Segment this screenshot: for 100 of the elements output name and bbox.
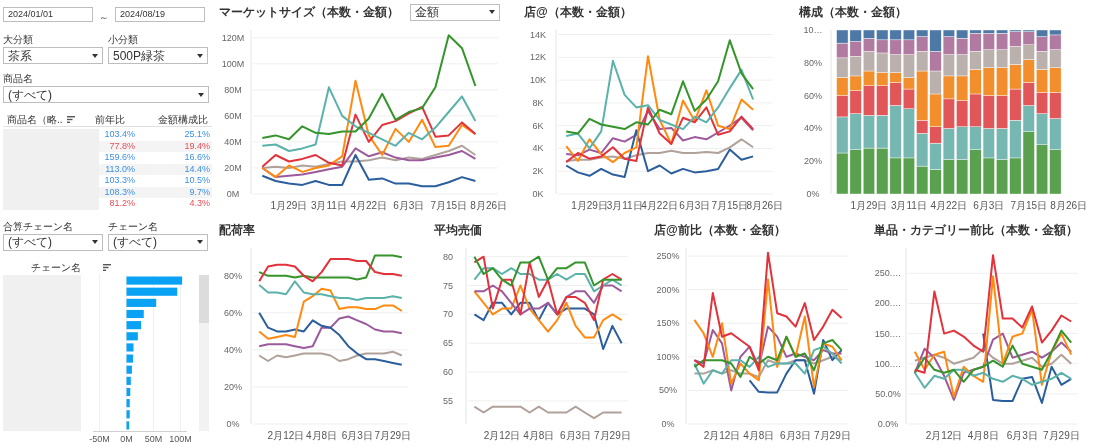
- axis-label: 50.0%: [875, 388, 901, 399]
- table-cell-text: 103.3%: [103, 176, 135, 186]
- chart-title: 店@（本数・金額）: [524, 4, 632, 21]
- date-field[interactable]: 2024/01/01: [3, 7, 93, 22]
- axis-label: 7月15日: [430, 200, 468, 211]
- dropdown[interactable]: 茶系: [3, 47, 103, 64]
- axis-label: 6月3日: [679, 200, 711, 211]
- dropdown[interactable]: 500P緑茶: [108, 47, 208, 64]
- axis-label: 20%: [804, 156, 822, 167]
- axis-label: -50M: [89, 433, 110, 444]
- axis-label: 3月11日: [310, 200, 347, 211]
- axis-label: 2月12日: [703, 430, 741, 441]
- chart-title: 平均売価: [434, 222, 482, 239]
- chart-title: マーケットサイズ（本数・金額）: [219, 4, 399, 21]
- axis-label: 70: [443, 309, 453, 320]
- axis-label: 4月8日: [743, 430, 775, 441]
- axis-label: 2月12日: [267, 430, 305, 441]
- axis-label: 60%: [804, 90, 822, 101]
- axis-label: 200%: [656, 284, 680, 295]
- filter-label: 小分類: [108, 35, 139, 45]
- table-cell-text: 113.0%: [104, 164, 135, 174]
- axis-label: 6月3日: [341, 430, 373, 441]
- axis-label: 7月29日: [594, 430, 631, 441]
- axis-label: 40M: [224, 136, 242, 147]
- axis-label: 6月3日: [560, 430, 592, 441]
- axis-label: 14K: [530, 29, 546, 40]
- filter-label: 合算チェーン名: [3, 221, 74, 232]
- axis-label: 0%: [806, 189, 820, 199]
- axis-label: 4月8日: [306, 430, 338, 441]
- axis-label: 4月8日: [523, 430, 555, 441]
- axis-label: 100.…: [874, 358, 902, 369]
- dropdown[interactable]: (すべて): [3, 233, 103, 251]
- table-cell-text: 81.2%: [108, 199, 135, 209]
- table-cell-text: 25.1%: [183, 130, 211, 140]
- axis-label: 150%: [656, 318, 680, 329]
- table-cell-text: 19.4%: [183, 141, 211, 151]
- axis-label: 0K: [532, 189, 544, 199]
- axis-label: 1月29日: [571, 200, 608, 211]
- date-field[interactable]: 2024/08/19: [115, 7, 205, 22]
- column-header: チェーン名: [31, 261, 81, 275]
- axis-label: 2月12日: [483, 430, 521, 441]
- column-header: 金額構成比: [157, 113, 208, 127]
- axis-label: 20M: [224, 162, 242, 173]
- axis-label: 0%: [226, 419, 240, 429]
- axis-label: 6月3日: [1006, 430, 1038, 441]
- axis-label: 60: [443, 367, 453, 378]
- axis-label: 3月11日: [606, 200, 643, 211]
- axis-label: 3月11日: [890, 200, 927, 211]
- table-cell-text: 108.3%: [103, 187, 135, 197]
- axis-label: 100M: [169, 433, 192, 444]
- filter-label: 商品名: [3, 74, 34, 84]
- axis-label: 40%: [224, 344, 242, 355]
- column-header: 商品名（略..: [7, 113, 63, 127]
- axis-label: 100%: [656, 351, 680, 362]
- dropdown[interactable]: (すべて): [3, 86, 209, 103]
- table-cell-text: 10.5%: [183, 176, 211, 186]
- axis-label: 50%: [659, 385, 677, 396]
- axis-label: 4月22日: [350, 200, 388, 211]
- axis-label: 6月3日: [973, 200, 1005, 211]
- axis-label: 4月22日: [930, 200, 968, 211]
- axis-label: 4K: [532, 143, 544, 154]
- axis-label: 6月3日: [780, 430, 812, 441]
- axis-label: 60%: [224, 307, 242, 318]
- axis-label: 65: [443, 338, 453, 349]
- chart-title: 構成（本数・金額）: [799, 4, 907, 21]
- axis-label: 12K: [530, 52, 546, 63]
- axis-label: 55: [443, 395, 453, 406]
- axis-label: 80%: [804, 57, 822, 68]
- axis-label: 80: [443, 251, 453, 262]
- axis-label: 0%: [661, 419, 675, 429]
- axis-label: 50M: [144, 433, 163, 444]
- axis-label: 80%: [224, 270, 242, 281]
- axis-label: 8月26日: [746, 200, 784, 211]
- axis-label: 75: [443, 280, 453, 291]
- axis-label: 10K: [530, 75, 546, 86]
- axis-label: 8月26日: [470, 200, 507, 211]
- table-cell-text: 77.8%: [108, 141, 135, 151]
- axis-label: 150.…: [874, 328, 902, 339]
- axis-label: 2月12日: [925, 430, 963, 441]
- axis-label: 4月22日: [641, 200, 678, 211]
- table-cell-text: 9.7%: [188, 187, 211, 197]
- axis-label: 7月29日: [374, 430, 412, 441]
- axis-label: 0.0%: [877, 419, 899, 429]
- axis-label: 100M: [221, 58, 245, 69]
- table-cell-text: 159.6%: [103, 153, 135, 163]
- dropdown[interactable]: 金額: [410, 3, 500, 21]
- date-separator: ～: [99, 11, 109, 25]
- axis-label: 6月3日: [393, 200, 425, 211]
- axis-label: 6K: [532, 120, 544, 131]
- chart-title: 単品・カテゴリー前比（本数・金額）: [874, 222, 1078, 239]
- axis-label: 0M: [120, 433, 133, 444]
- dropdown[interactable]: (すべて): [108, 233, 208, 251]
- table-cell-text: 16.6%: [183, 153, 211, 163]
- axis-label: 1月29日: [850, 200, 888, 211]
- axis-label: 20%: [224, 381, 242, 392]
- axis-label: 8K: [532, 97, 544, 108]
- axis-label: 0M: [226, 189, 240, 199]
- axis-label: 250%: [656, 251, 680, 262]
- axis-label: 4月8日: [967, 430, 999, 441]
- axis-label: 10…: [803, 25, 823, 35]
